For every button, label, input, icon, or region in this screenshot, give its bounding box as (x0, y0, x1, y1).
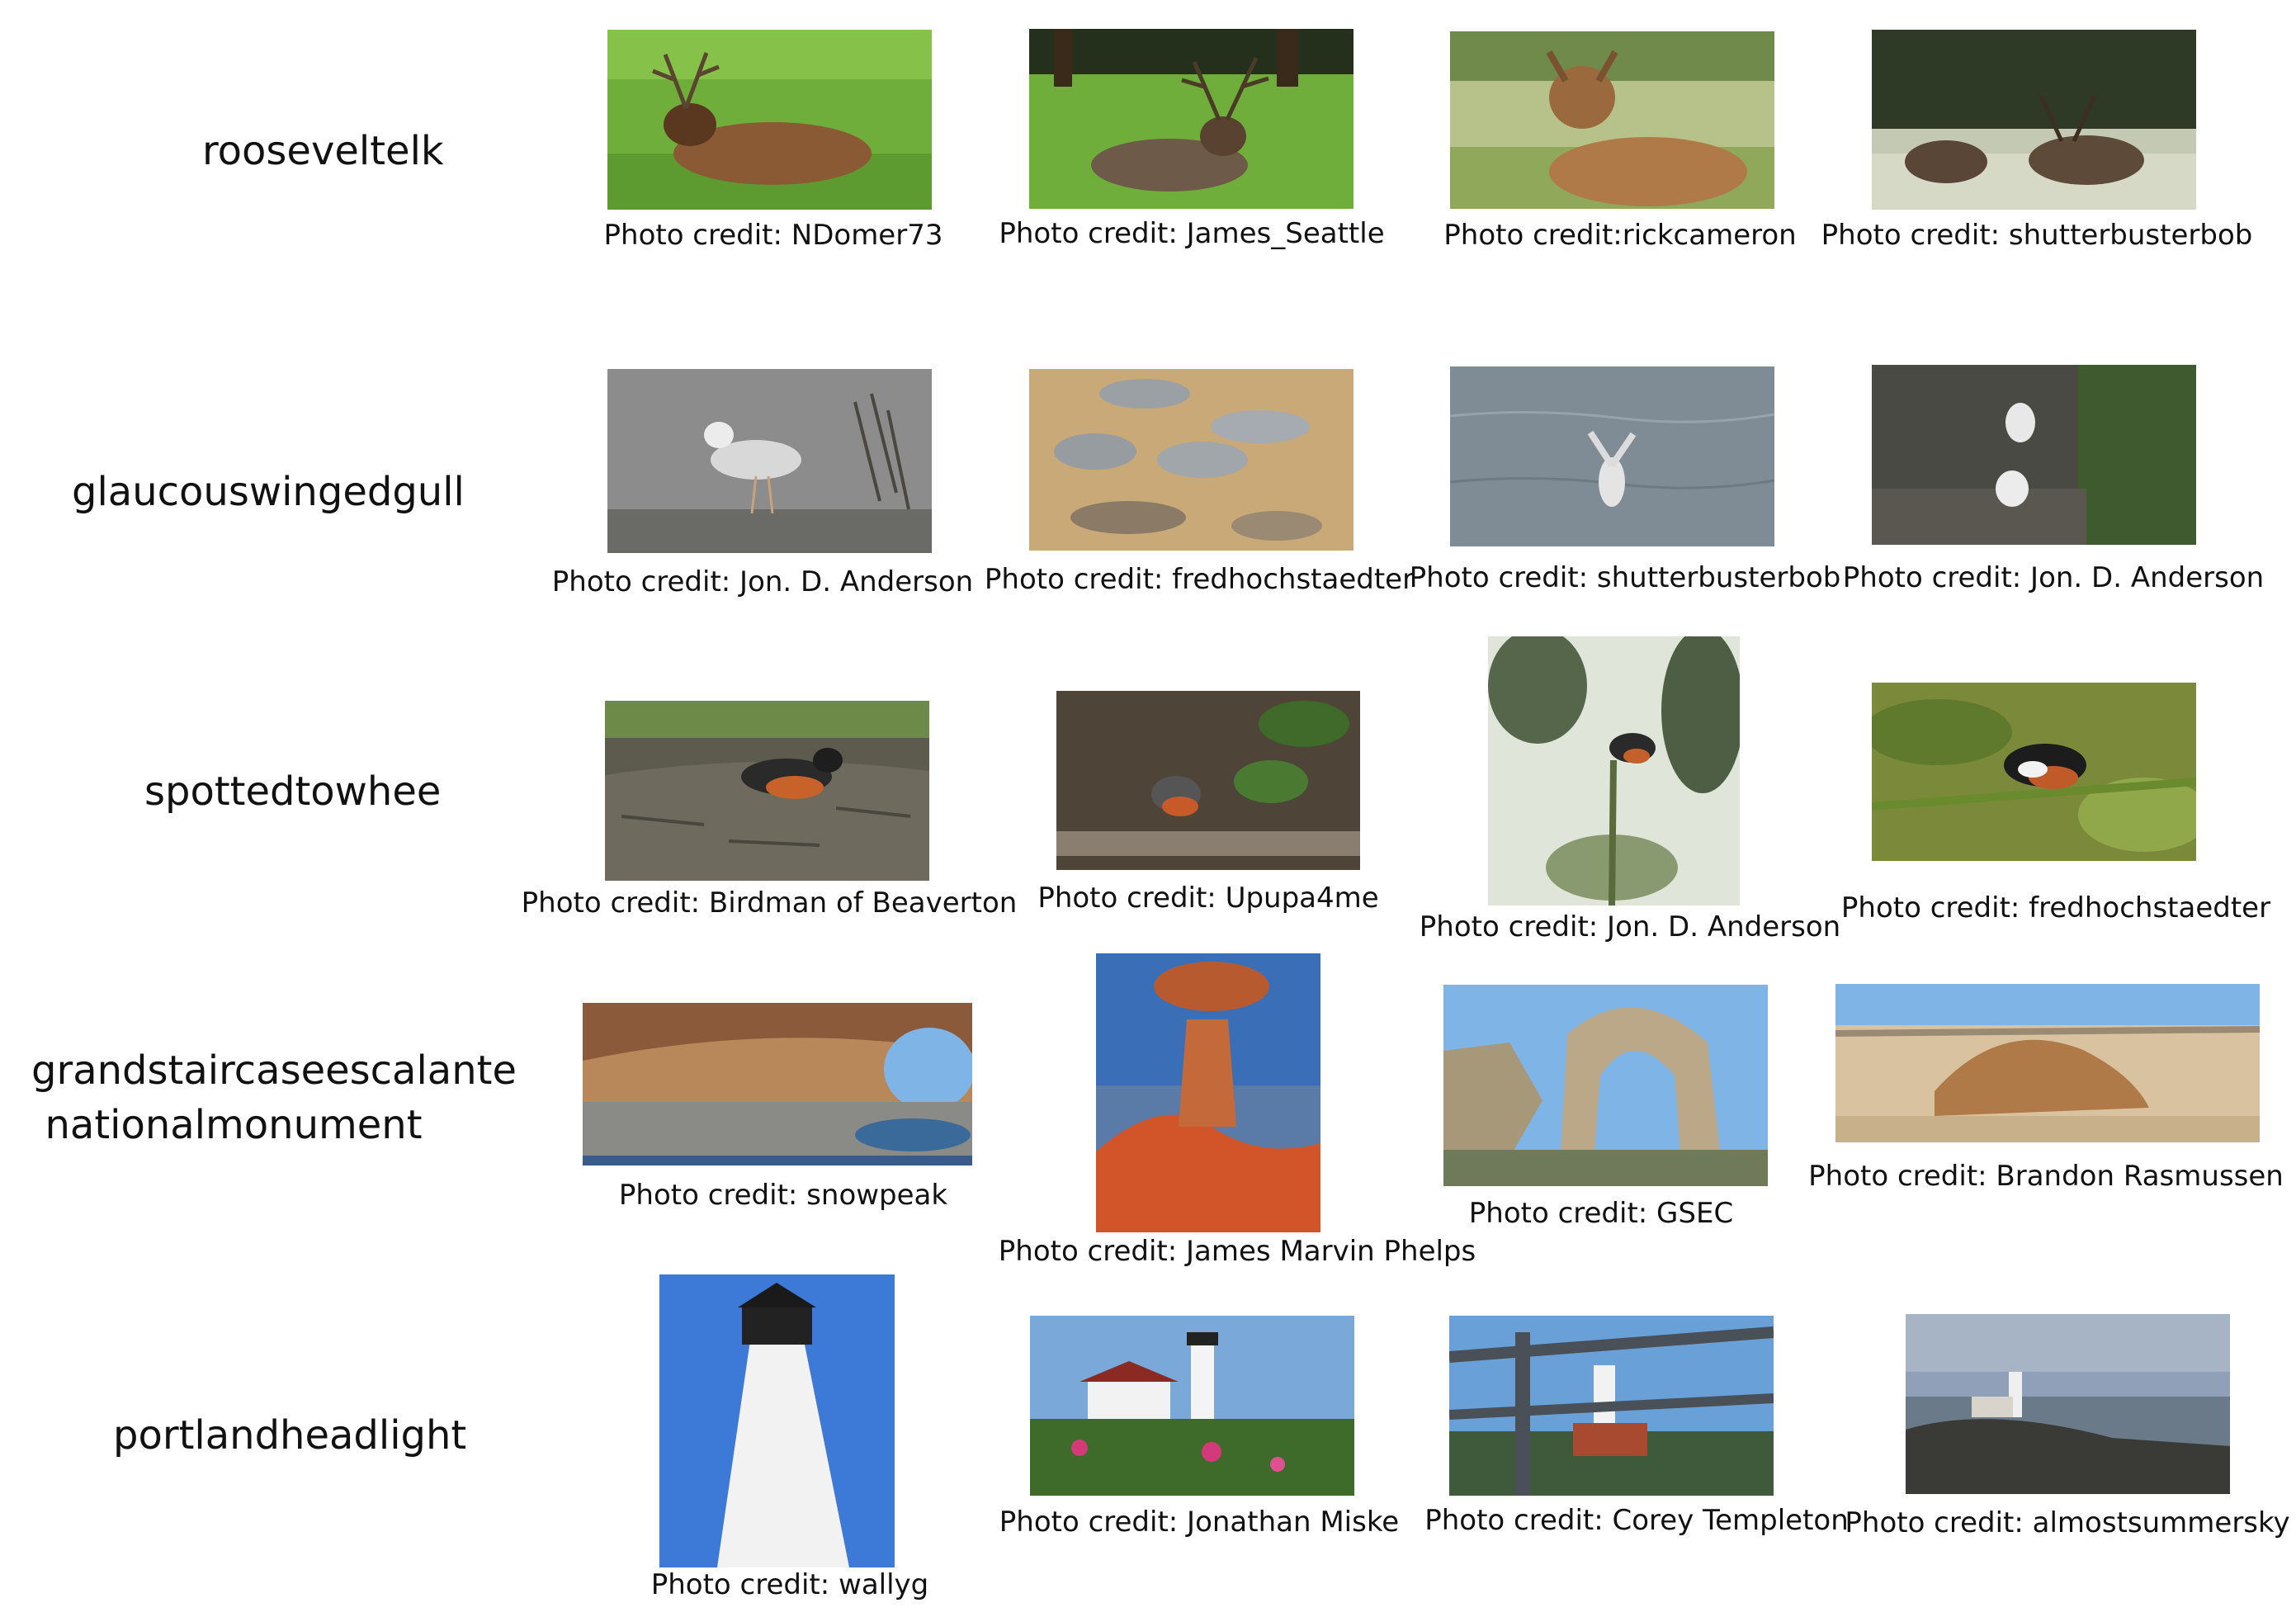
photo-credit: Photo credit: wallyg (650, 1568, 929, 1601)
photo-credit: Photo credit:rickcameron (1443, 219, 1797, 252)
photo-credit: Photo credit: Upupa4me (1037, 882, 1379, 915)
photo-credit: Photo credit: fredhochstaedter (984, 563, 1415, 596)
photo-credit: Photo credit: snowpeak (618, 1179, 948, 1212)
category-label-spottedtowhee: spottedtowhee (144, 768, 442, 815)
photo-credit: Photo credit: Jon. D. Anderson (1419, 910, 1841, 943)
gull-standing-in-water-photo (607, 369, 932, 553)
lighthouse-behind-fence-photo (1449, 1316, 1774, 1496)
gull-landing-on-water-photo (1450, 366, 1774, 546)
photo-credit: Photo credit: Jonathan Miske (999, 1506, 1400, 1539)
photo-credit: Photo credit: Brandon Rasmussen (1808, 1160, 2284, 1193)
category-label-portlandheadlight: portlandheadlight (113, 1412, 467, 1459)
slickrock-landscape-photo (1835, 984, 2260, 1142)
towhee-on-log-photo (605, 701, 929, 881)
rock-arch-photo (1443, 985, 1768, 1186)
category-label-glaucouswingedgull: glaucouswingedgull (72, 469, 465, 515)
gulls-on-rocky-cliff-photo (1872, 365, 2196, 545)
elk-herd-at-forest-edge-photo (1872, 30, 2196, 210)
towhee-on-plant-photo (1488, 636, 1740, 905)
category-label-line: grandstaircaseescalante (31, 1047, 517, 1094)
towhee-in-leaves-photo (1872, 683, 2196, 861)
photo-credit: Photo credit: Jon. D. Anderson (1842, 561, 2265, 594)
photo-credit: Photo credit: James_Seattle (999, 217, 1385, 250)
sandstone-alcove-photo (583, 1003, 972, 1165)
photo-credit: Photo credit: NDomer73 (603, 219, 943, 252)
gull-flock-on-sand-photo (1029, 369, 1354, 551)
category-label-grandstaircaseescalante: grandstaircaseescalante nationalmonument (31, 1043, 517, 1152)
photo-credit: Photo credit: James Marvin Phelps (998, 1235, 1476, 1268)
photo-credit: Photo credit: GSEC (1468, 1197, 1734, 1230)
photo-credit: Photo credit: Jon. D. Anderson (551, 565, 974, 598)
elk-in-tall-grass-photo (1450, 31, 1774, 209)
elk-resting-by-trees-photo (1029, 29, 1354, 209)
toadstool-hoodoo-photo (1096, 953, 1320, 1232)
photo-credit: Photo credit: fredhochstaedter (1840, 891, 2271, 924)
photo-credit: Photo credit: almostsummersky (1845, 1506, 2290, 1539)
photo-credit: Photo credit: Corey Templeton (1424, 1504, 1849, 1537)
category-label-line: nationalmonument (45, 1102, 423, 1148)
category-label-rooseveltelk: rooseveltelk (202, 128, 444, 174)
photo-credit: Photo credit: Birdman of Beaverton (521, 887, 1018, 920)
lighthouse-with-roses-photo (1030, 1316, 1354, 1496)
towhee-on-forest-floor-photo (1056, 691, 1360, 870)
photo-credit: Photo credit: shutterbusterbob (1409, 561, 1841, 594)
elk-lying-in-grass-photo (607, 30, 932, 210)
photo-credit: Photo credit: shutterbusterbob (1821, 219, 2253, 252)
lighthouse-at-dusk-photo (1906, 1314, 2230, 1494)
lighthouse-tower-closeup-photo (659, 1274, 895, 1567)
